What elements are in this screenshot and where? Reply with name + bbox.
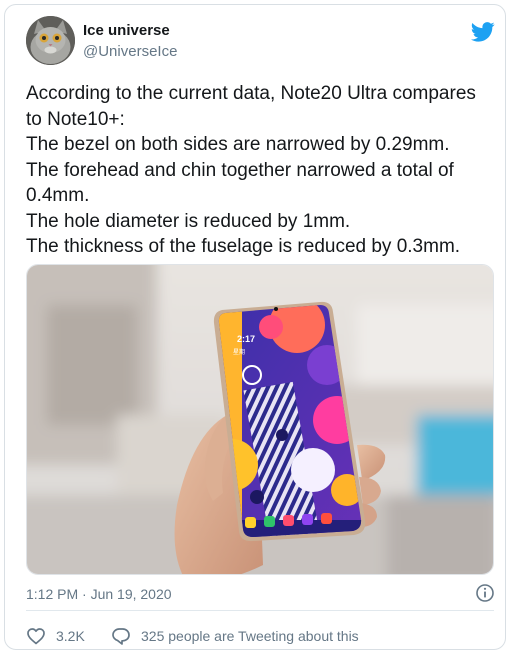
cat-avatar-icon <box>26 16 75 65</box>
conversation-label: 325 people are Tweeting about this <box>141 628 359 644</box>
tweet-line: 0.4mm. <box>26 185 90 206</box>
info-icon[interactable] <box>475 583 495 603</box>
author-handle[interactable]: @UniverseIce <box>83 43 177 60</box>
twitter-bird-icon[interactable] <box>471 22 495 42</box>
conversation-button[interactable]: 325 people are Tweeting about this <box>111 626 359 646</box>
tweet-line: The thickness of the fuselage is reduced… <box>26 236 461 257</box>
like-button[interactable]: 3.2K <box>26 626 85 646</box>
tweet-line: The forehead and chin together narrowed … <box>26 159 454 181</box>
phone-date: 星期 <box>233 348 245 356</box>
like-count: 3.2K <box>56 628 85 644</box>
tweet-line: According to the current data, Note20 Ul… <box>26 83 476 104</box>
tweet-line: to Note10+: <box>26 108 125 130</box>
tweet-text: According to the current data, Note20 Ul… <box>26 81 496 260</box>
author-name[interactable]: Ice universe <box>83 22 170 39</box>
speech-bubble-icon <box>112 628 130 645</box>
heart-icon <box>27 628 45 645</box>
tweet-line: The bezel on both sides are narrowed by … <box>26 134 450 155</box>
tweet-timestamp[interactable]: 1:12 PM · Jun 19, 2020 <box>26 586 172 602</box>
tweet-card: Ice universe @UniverseIce According to t… <box>4 4 506 650</box>
tweet-line: The hole diameter is reduced by 1mm. <box>26 210 351 232</box>
phone-in-hand-photo: 2:17 星期 <box>27 265 493 574</box>
divider <box>26 610 494 611</box>
phone-clock: 2:17 <box>237 334 255 344</box>
avatar[interactable] <box>26 16 75 65</box>
tweet-photo[interactable]: 2:17 星期 <box>26 264 494 575</box>
